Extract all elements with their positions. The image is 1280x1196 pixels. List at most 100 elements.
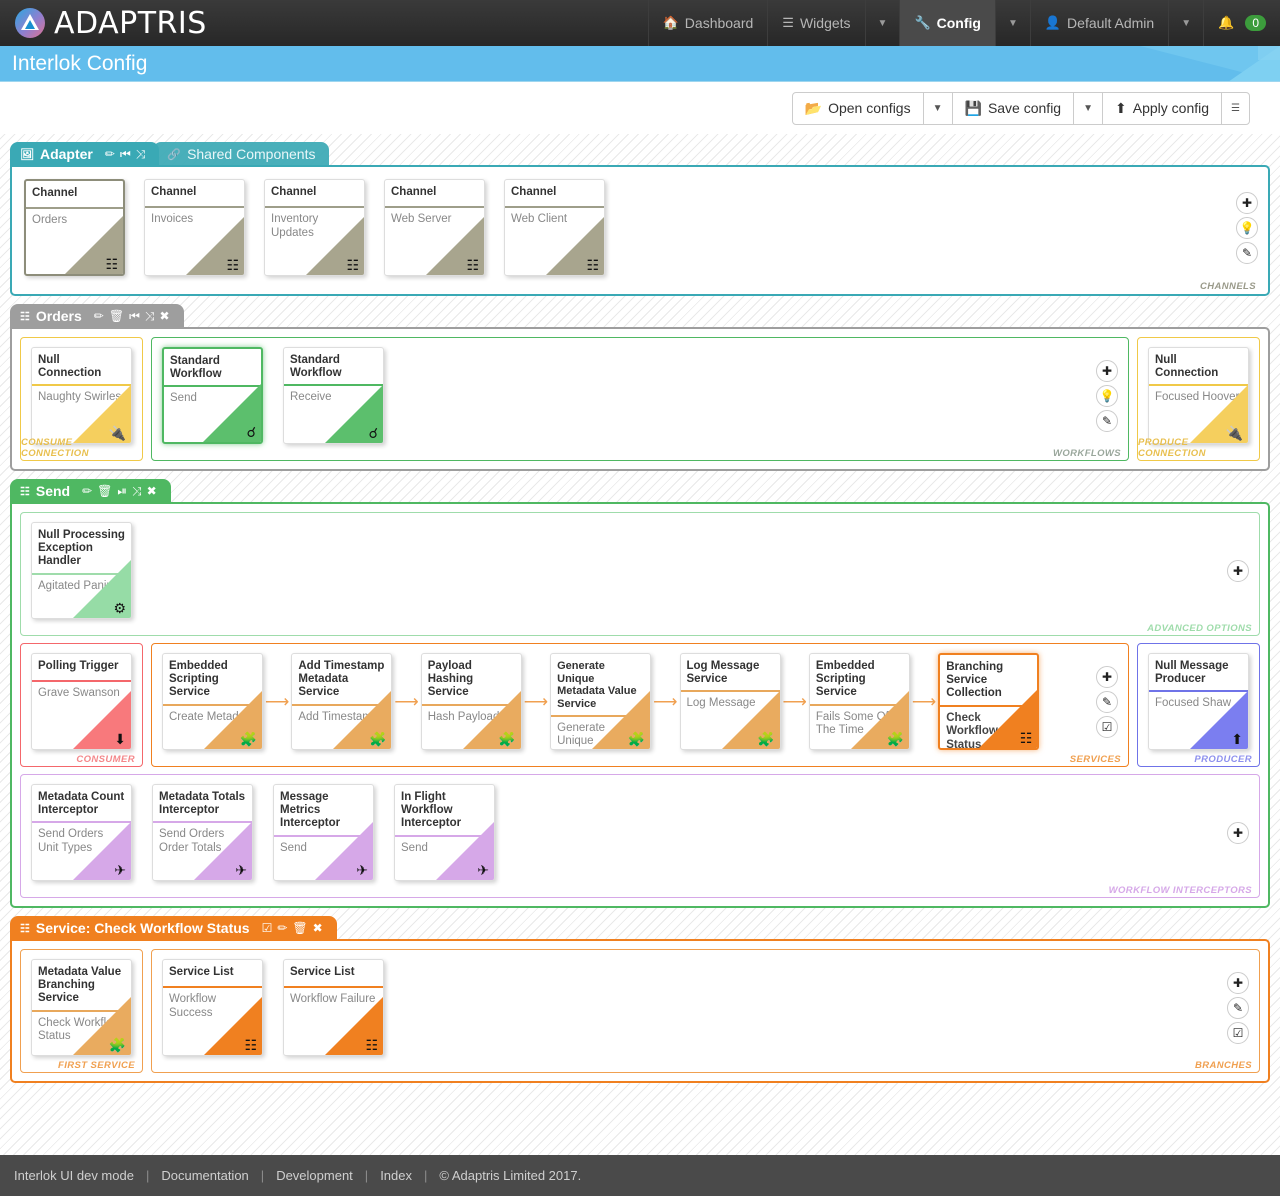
edit-icon[interactable]: ✎ — [1096, 690, 1118, 713]
delete-icon[interactable]: 🗑 — [292, 921, 307, 935]
collapse-icon[interactable]: ⤨ — [145, 309, 155, 324]
interceptors-group-label: WORKFLOW INTERCEPTORS — [1108, 885, 1252, 896]
add-icon[interactable]: ✚ — [1227, 559, 1249, 582]
footer-separator: | — [260, 1168, 265, 1183]
add-icon[interactable]: ✚ — [1096, 359, 1118, 382]
nav-item-dashboard[interactable]: 🏠 Dashboard — [647, 0, 768, 46]
service-card[interactable]: Payload Hashing Service Hash Payload 🧩 — [420, 653, 522, 750]
branch-card[interactable]: Service List Workflow Success ☷ — [162, 959, 263, 1056]
orders-panel-body: Null Connection Naughty Swirles 🔌 CONSUM… — [10, 327, 1270, 471]
bulb-icon[interactable]: 💡 — [1096, 384, 1118, 407]
card-title: Service List — [290, 966, 355, 978]
save-config-button[interactable]: 💾 Save config — [951, 91, 1075, 125]
producer-card[interactable]: Null Message Producer Focused Shaw ⬆ — [1148, 653, 1249, 750]
add-icon[interactable]: ✚ — [1227, 971, 1249, 994]
card-title: Channel — [151, 186, 197, 198]
channel-card[interactable]: Channel Web Server ☷ — [384, 179, 485, 276]
collapse-icon[interactable]: ⤨ — [136, 147, 146, 162]
tab-adapter[interactable]: 🖼 Adapter ✏ ⏮ ⤨ — [10, 142, 160, 166]
tab-service-check-workflow-status[interactable]: ☷ Service: Check Workflow Status ☑ ✏ 🗑 ✖ — [10, 916, 337, 940]
tab-orders-label: Orders — [35, 308, 82, 324]
service-card[interactable]: Embedded Scripting Service Create Metada… — [162, 653, 263, 750]
brand-text: ADAPTRIS — [54, 5, 207, 41]
service-card[interactable]: Log Message Service Log Message 🧩 — [679, 653, 781, 750]
brand-logo-area[interactable]: ADAPTRIS — [0, 6, 207, 41]
exception-handler-card[interactable]: Null Processing Exception Handler Agitat… — [31, 522, 132, 619]
footer-link-index[interactable]: Index — [380, 1168, 412, 1183]
channel-card[interactable]: Channel Inventory Updates ☷ — [264, 179, 365, 276]
flow-arrow-icon: ⟶ — [653, 691, 678, 711]
open-configs-dropdown[interactable]: ▼ — [922, 91, 953, 125]
branch-card[interactable]: Service List Workflow Failure ☷ — [283, 959, 384, 1056]
interceptor-card[interactable]: Message Metrics Interceptor Send ✈ — [273, 784, 374, 881]
card-title: Null Connection — [1155, 354, 1219, 380]
nav-item-widgets[interactable]: ☰ Widgets — [767, 0, 864, 46]
service-card[interactable]: Embedded Scripting Service Fails Some Of… — [808, 653, 910, 750]
toolbar-menu-button[interactable]: ☰ — [1221, 91, 1250, 125]
tab-shared-components[interactable]: 🔗 Shared Components — [153, 142, 330, 166]
edit-icon[interactable]: ✎ — [1236, 241, 1258, 264]
consumer-card[interactable]: Polling Trigger Grave Swanson ⬇ — [31, 653, 132, 750]
first-service-card[interactable]: Metadata Value Branching Service Check W… — [31, 959, 132, 1056]
delete-icon[interactable]: 🗑 — [109, 309, 124, 324]
edit-icon[interactable]: ✏ — [277, 921, 287, 935]
bulb-icon[interactable]: 💡 — [1236, 216, 1258, 239]
close-icon[interactable]: ✖ — [147, 484, 157, 499]
card-corner: 🧩 — [333, 691, 392, 749]
footer-app-label: Interlok UI dev mode — [14, 1168, 134, 1183]
minimise-icon[interactable]: ⏯ — [117, 484, 127, 499]
tab-orders[interactable]: ☷ Orders ✏ 🗑 ⏮ ⤨ ✖ — [10, 304, 184, 328]
footer-link-development[interactable]: Development — [276, 1168, 353, 1183]
channel-card[interactable]: Channel Web Client ☷ — [504, 179, 605, 276]
check-icon[interactable]: ☑ — [1096, 715, 1118, 738]
card-corner: 🔌 — [73, 385, 131, 443]
nav-item-config[interactable]: 🔧 Config — [899, 0, 995, 46]
edit-icon[interactable]: ✏ — [82, 484, 92, 499]
tab-send[interactable]: ☷ Send ✏ 🗑 ⏯ ⤨ ✖ — [10, 479, 171, 503]
interceptor-card[interactable]: Metadata Totals Interceptor Send Orders … — [152, 784, 253, 881]
add-icon[interactable]: ✚ — [1096, 665, 1118, 688]
minimise-icon[interactable]: ⏮ — [120, 147, 131, 162]
add-icon[interactable]: ✚ — [1236, 191, 1258, 214]
edit-icon[interactable]: ✏ — [94, 309, 104, 324]
edit-icon[interactable]: ✎ — [1227, 996, 1249, 1019]
check-icon[interactable]: ☑ — [262, 921, 273, 935]
nav-item-user[interactable]: 👤 Default Admin — [1029, 0, 1168, 46]
workflows-group: Standard Workflow Send ☌ Standard Workfl… — [151, 337, 1129, 461]
apply-config-button[interactable]: ⬆ Apply config — [1102, 91, 1223, 125]
edit-icon[interactable]: ✏ — [105, 147, 115, 162]
nav-label: Dashboard — [684, 15, 754, 31]
notification-badge: 0 — [1245, 15, 1266, 31]
connection-card[interactable]: Null Connection Focused Hoover 🔌 — [1148, 347, 1249, 444]
config-canvas: 🖼 Adapter ✏ ⏮ ⤨ 🔗 Shared Components Chan… — [0, 134, 1280, 1155]
widgets-dropdown-caret[interactable]: ▼ — [864, 0, 900, 46]
close-icon[interactable]: ✖ — [313, 921, 323, 935]
connection-card[interactable]: Null Connection Naughty Swirles 🔌 — [31, 347, 132, 444]
channel-card[interactable]: Channel Orders ☷ — [24, 179, 125, 276]
branch-icon: ☷ — [1019, 730, 1033, 746]
open-configs-button[interactable]: 📂 Open configs — [791, 91, 924, 125]
config-dropdown-caret[interactable]: ▼ — [994, 0, 1030, 46]
user-dropdown-caret[interactable]: ▼ — [1168, 0, 1203, 46]
delete-icon[interactable]: 🗑 — [97, 484, 112, 499]
channel-card[interactable]: Channel Invoices ☷ — [144, 179, 245, 276]
minimise-icon[interactable]: ⏮ — [129, 309, 140, 324]
service-card[interactable]: Add Timestamp Metadata Service Add Times… — [291, 653, 393, 750]
workflow-card[interactable]: Standard Workflow Send ☌ — [162, 347, 263, 444]
card-corner: ☷ — [186, 217, 244, 275]
interceptor-card[interactable]: Metadata Count Interceptor Send Orders U… — [31, 784, 132, 881]
service-card[interactable]: Generate Unique Metadata Value Service G… — [550, 653, 652, 750]
footer-link-documentation[interactable]: Documentation — [161, 1168, 248, 1183]
workflow-card[interactable]: Standard Workflow Receive ☌ — [283, 347, 384, 444]
check-icon[interactable]: ☑ — [1227, 1021, 1249, 1044]
service-card[interactable]: Branching Service Collection Check Workf… — [938, 653, 1040, 750]
collapse-icon[interactable]: ⤨ — [132, 484, 142, 499]
channels-side-buttons: ✚ 💡 ✎ — [1236, 191, 1258, 264]
notifications-button[interactable]: 🔔 0 — [1203, 0, 1280, 46]
close-icon[interactable]: ✖ — [160, 309, 170, 324]
interceptor-card[interactable]: In Flight Workflow Interceptor Send ✈ — [394, 784, 495, 881]
save-config-dropdown[interactable]: ▼ — [1073, 91, 1104, 125]
add-icon[interactable]: ✚ — [1227, 821, 1249, 844]
edit-icon[interactable]: ✎ — [1096, 409, 1118, 432]
card-title: Metadata Count Interceptor — [38, 791, 125, 817]
